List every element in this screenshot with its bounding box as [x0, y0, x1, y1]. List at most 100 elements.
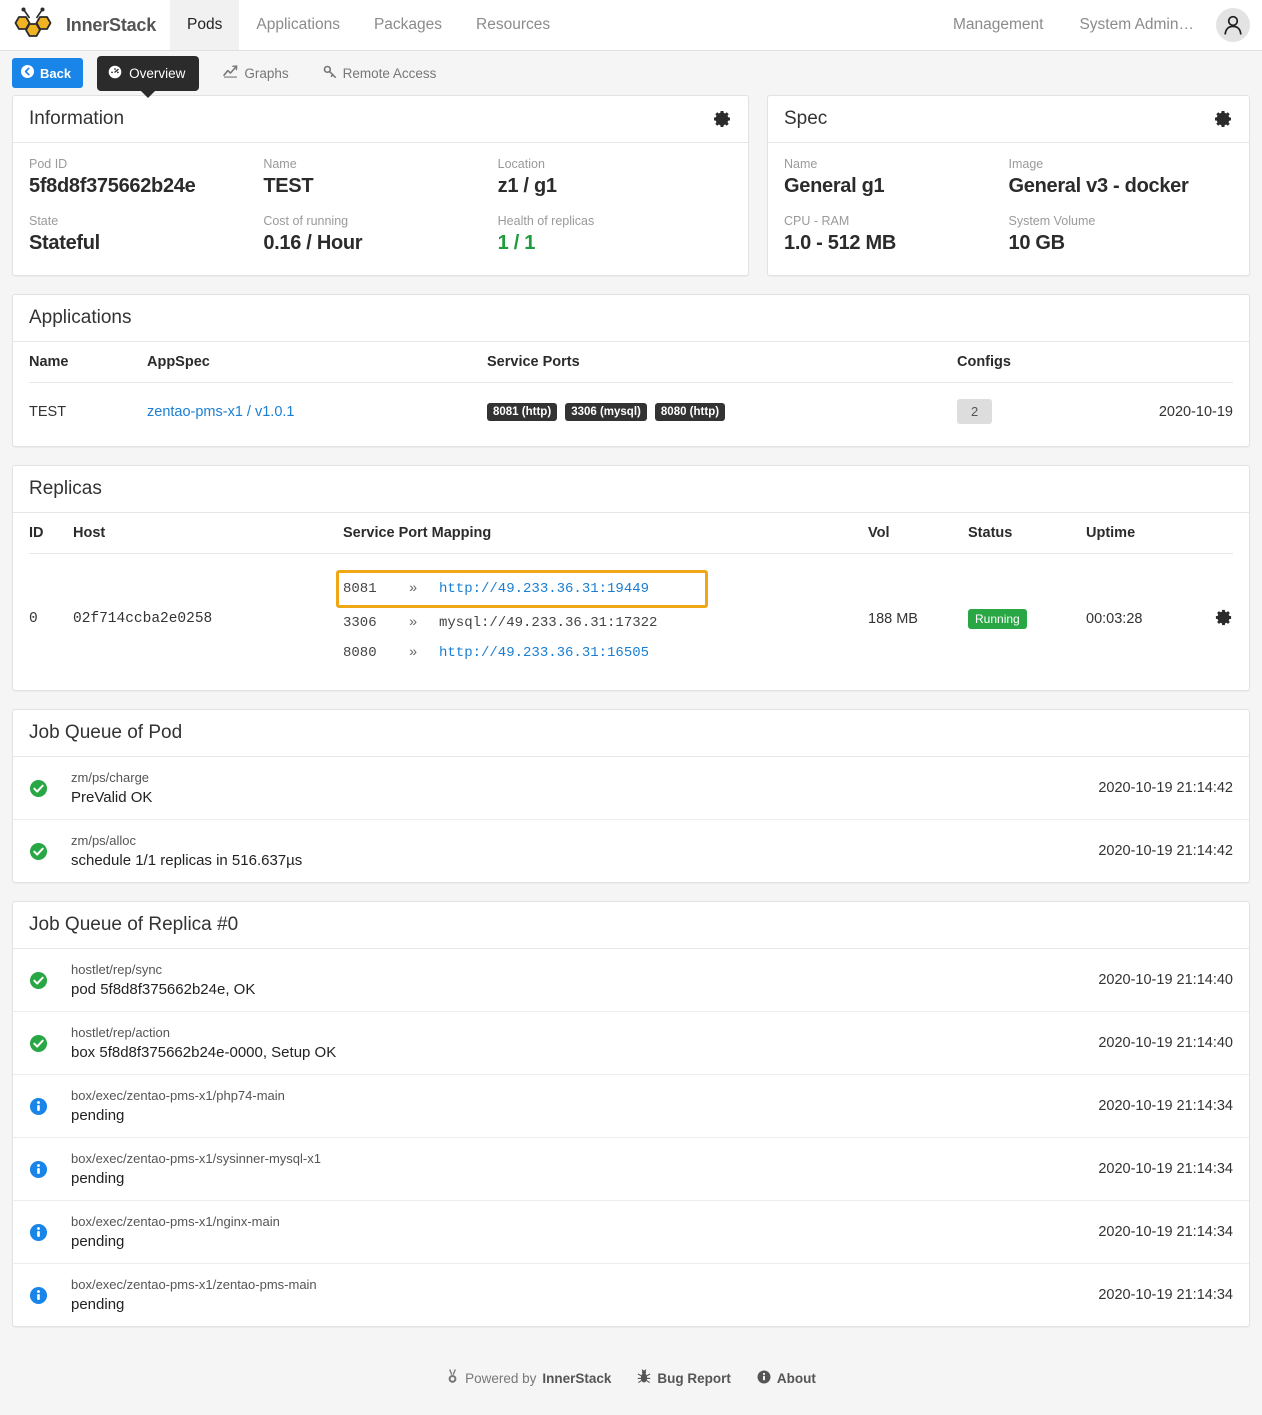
col-app-appspec: AppSpec	[147, 342, 487, 383]
job-timestamp: 2020-10-19 21:14:34	[1098, 1287, 1233, 1303]
port-mapping-port: 8081	[343, 581, 377, 597]
job-desc: pending	[71, 1296, 125, 1313]
port-mapping-url-link[interactable]: http://49.233.36.31:16505	[439, 643, 649, 663]
app-appspec-link[interactable]: zentao-pms-x1 / v1.0.1	[147, 404, 295, 420]
replica-status: Running	[968, 554, 1086, 685]
key-icon	[323, 65, 337, 82]
job-name: hostlet/rep/sync	[71, 962, 163, 977]
port-mapping-row: 8080 » http://49.233.36.31:16505	[343, 638, 868, 668]
bug-report-link[interactable]: Bug Report	[637, 1369, 731, 1387]
list-item: box/exec/zentao-pms-x1/php74-main pendin…	[13, 1075, 1249, 1138]
tab-overview-label: Overview	[129, 65, 186, 81]
applications-panel: Applications Name AppSpec Service Ports …	[12, 294, 1250, 447]
job-name: zm/ps/charge	[71, 770, 150, 785]
replicas-table: ID Host Service Port Mapping Vol Status …	[29, 513, 1233, 684]
info-circle-icon	[29, 1286, 71, 1305]
tab-overview[interactable]: Overview	[97, 55, 200, 91]
spec-field-volume-value: 10 GB	[1008, 232, 1066, 254]
field-cost: Cost of running 0.16 / Hour	[263, 214, 497, 255]
service-port-badge: 8081 (http)	[487, 402, 558, 421]
job-timestamp: 2020-10-19 21:14:40	[1098, 1035, 1233, 1051]
col-app-name: Name	[29, 342, 147, 383]
job-queue-replica-header: Job Queue of Replica #0	[13, 902, 1249, 949]
applications-table: Name AppSpec Service Ports Configs TEST …	[29, 342, 1233, 440]
brand[interactable]: InnerStack	[0, 0, 170, 50]
avatar[interactable]	[1216, 8, 1250, 42]
page-body: Information Pod ID 5f8d8f375662b24e Name…	[0, 95, 1262, 1327]
check-circle-icon	[29, 1034, 71, 1053]
nav-right: Management System Admin…	[935, 0, 1262, 50]
back-button-label: Back	[40, 65, 72, 81]
job-desc: pod 5f8d8f375662b24e, OK	[71, 981, 256, 998]
port-mapping-port: 3306	[343, 615, 377, 631]
nav-item-packages[interactable]: Packages	[357, 0, 459, 50]
information-title: Information	[29, 108, 125, 129]
job-desc: box 5f8d8f375662b24e-0000, Setup OK	[71, 1044, 337, 1061]
list-item: hostlet/rep/sync pod 5f8d8f375662b24e, O…	[13, 949, 1249, 1012]
footer: Powered by InnerStack Bug Report About	[0, 1345, 1262, 1415]
check-circle-icon	[29, 971, 71, 990]
primary-nav: Pods Applications Packages Resources	[170, 0, 567, 50]
information-gear-icon[interactable]	[712, 109, 732, 129]
powered-by-brand: InnerStack	[542, 1370, 612, 1386]
bug-report-label: Bug Report	[657, 1370, 731, 1386]
spec-panel: Spec Name General g1 Image General v3 - …	[767, 95, 1250, 276]
bee-honeycomb-logo-icon	[10, 6, 56, 45]
job-info: box/exec/zentao-pms-x1/zentao-pms-main p…	[71, 1275, 1098, 1315]
job-desc: pending	[71, 1170, 125, 1187]
spec-fields: Name General g1 Image General v3 - docke…	[768, 143, 1249, 275]
job-queue-pod-list: zm/ps/charge PreValid OK 2020-10-19 21:1…	[13, 757, 1249, 882]
status-badge: Running	[968, 609, 1027, 629]
table-row: 0 02f714ccba2e0258 8081 » http://49.233.…	[29, 554, 1233, 685]
tab-remote-access[interactable]: Remote Access	[313, 59, 447, 88]
job-name: box/exec/zentao-pms-x1/nginx-main	[71, 1214, 280, 1229]
col-rep-status: Status	[968, 513, 1086, 554]
replicas-header-row: ID Host Service Port Mapping Vol Status …	[29, 513, 1233, 554]
replica-port-mappings: 8081 » http://49.233.36.31:19449 3306 » …	[336, 554, 868, 685]
nav-item-applications[interactable]: Applications	[239, 0, 357, 50]
job-queue-replica-list: hostlet/rep/sync pod 5f8d8f375662b24e, O…	[13, 949, 1249, 1326]
tab-graphs[interactable]: Graphs	[213, 59, 298, 87]
field-name-value: TEST	[263, 175, 314, 197]
field-health: Health of replicas 1 / 1	[498, 214, 732, 255]
table-row: TEST zentao-pms-x1 / v1.0.1 8081 (http) …	[29, 383, 1233, 441]
spec-field-cpu-ram: CPU - RAM 1.0 - 512 MB	[784, 214, 1009, 255]
medal-icon	[446, 1369, 459, 1387]
app-name: TEST	[29, 403, 67, 420]
nav-item-management[interactable]: Management	[935, 16, 1061, 34]
col-rep-actions	[1196, 513, 1233, 554]
port-mapping-url-link[interactable]: http://49.233.36.31:19449	[439, 579, 649, 599]
bug-icon	[637, 1369, 651, 1387]
nav-item-resources[interactable]: Resources	[459, 0, 567, 50]
applications-title: Applications	[29, 307, 132, 328]
col-app-configs: Configs	[957, 342, 1087, 383]
job-desc: schedule 1/1 replicas in 516.637µs	[71, 852, 303, 869]
back-button[interactable]: Back	[12, 58, 84, 88]
field-name-label: Name	[263, 157, 297, 171]
list-item: hostlet/rep/action box 5f8d8f375662b24e-…	[13, 1012, 1249, 1075]
col-rep-host: Host	[73, 513, 343, 554]
spec-field-name-value: General g1	[784, 175, 885, 197]
replicas-panel: Replicas ID Host Service Port Mapping Vo…	[12, 465, 1250, 691]
nav-item-account[interactable]: System Admin…	[1061, 16, 1212, 34]
spec-field-name: Name General g1	[784, 157, 1009, 198]
replica-actions	[1196, 554, 1233, 685]
app-service-ports: 8081 (http) 3306 (mysql) 8080 (http)	[487, 383, 957, 441]
nav-item-pods[interactable]: Pods	[170, 0, 240, 50]
job-timestamp: 2020-10-19 21:14:34	[1098, 1224, 1233, 1240]
job-name: box/exec/zentao-pms-x1/zentao-pms-main	[71, 1277, 317, 1292]
configs-count-badge[interactable]: 2	[957, 399, 993, 424]
spec-field-image-label: Image	[1008, 157, 1044, 171]
field-cost-label: Cost of running	[263, 214, 349, 228]
job-timestamp: 2020-10-19 21:14:40	[1098, 972, 1233, 988]
about-link[interactable]: About	[757, 1370, 816, 1387]
spec-gear-icon[interactable]	[1213, 109, 1233, 129]
job-queue-pod-title: Job Queue of Pod	[29, 722, 183, 743]
job-queue-replica-panel: Job Queue of Replica #0 hostlet/rep/sync…	[12, 901, 1250, 1327]
job-info: zm/ps/charge PreValid OK	[71, 768, 1098, 808]
col-rep-vol: Vol	[868, 513, 968, 554]
job-queue-replica-title: Job Queue of Replica #0	[29, 914, 239, 935]
replica-gear-icon[interactable]	[1214, 609, 1233, 631]
spec-field-image-value: General v3 - docker	[1008, 175, 1189, 197]
spec-panel-header: Spec	[768, 96, 1249, 143]
